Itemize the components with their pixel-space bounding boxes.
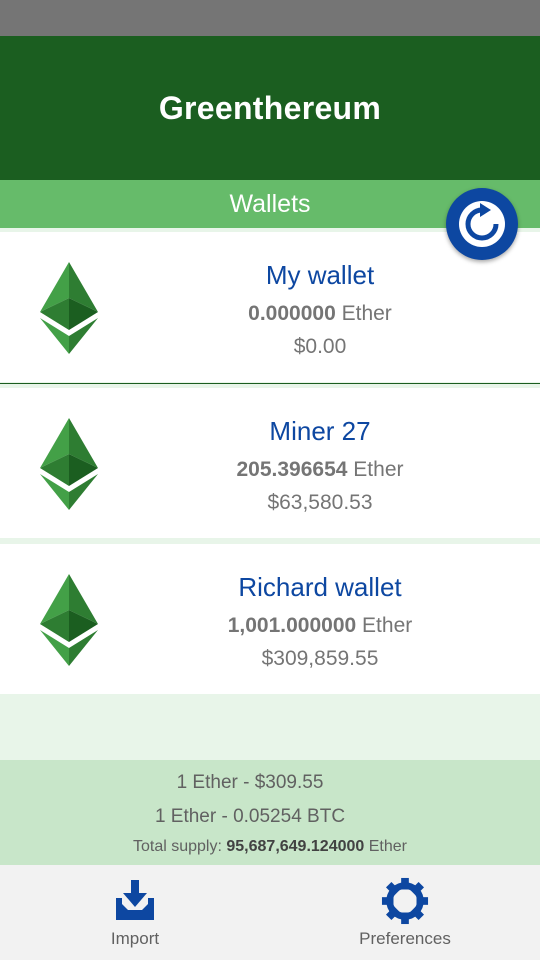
wallet-balance-unit: Ether <box>362 614 413 637</box>
section-title: Wallets <box>229 189 311 218</box>
refresh-button[interactable] <box>446 188 518 260</box>
nav-import[interactable]: Import <box>85 865 185 960</box>
wallet-card[interactable]: Richard wallet 1,001.000000 Ether $309,8… <box>0 544 540 694</box>
wallet-usd-value: $63,580.53 <box>267 491 373 514</box>
rate-usd: 1 Ether - $309.55 <box>176 772 324 793</box>
wallet-name: Richard wallet <box>238 572 402 602</box>
wallet-info: Richard wallet 1,001.000000 Ether $309,8… <box>100 544 540 694</box>
app-title: Greenthereum <box>158 89 382 126</box>
status-bar <box>0 0 540 36</box>
ethereum-logo-icon <box>40 418 98 510</box>
total-supply: Total supply: 95,687,649.124000 Ether <box>0 838 540 856</box>
wallet-balance-amount: 1,001.000000 <box>227 614 357 637</box>
wallet-balance: 0.000000 Ether <box>100 302 540 326</box>
wallet-balance: 1,001.000000 Ether <box>100 614 540 638</box>
wallet-name: My wallet <box>265 260 375 290</box>
wallet-balance-amount: 0.000000 <box>248 302 336 325</box>
app-bar: Greenthereum <box>0 36 540 180</box>
wallet-balance-amount: 205.396654 <box>236 458 348 481</box>
ethereum-logo-icon <box>40 262 98 354</box>
wallet-balance-unit: Ether <box>353 458 404 481</box>
wallet-name: Miner 27 <box>269 416 371 446</box>
wallet-usd-value: $0.00 <box>293 335 347 358</box>
total-supply-unit: Ether <box>368 838 407 855</box>
nav-import-label: Import <box>110 929 160 948</box>
import-icon <box>111 877 159 925</box>
gear-icon <box>381 877 429 925</box>
wallet-info: Miner 27 205.396654 Ether $63,580.53 <box>100 388 540 538</box>
nav-preferences[interactable]: Preferences <box>345 865 465 960</box>
wallet-usd-value: $309,859.55 <box>261 647 379 670</box>
total-supply-label: Total supply: <box>132 838 222 855</box>
wallet-card[interactable]: Miner 27 205.396654 Ether $63,580.53 <box>0 388 540 538</box>
exchange-rates-panel: 1 Ether - $309.55 1 Ether - 0.05254 BTC … <box>0 760 540 865</box>
divider <box>0 383 540 384</box>
ethereum-logo-icon <box>40 574 98 666</box>
total-supply-value: 95,687,649.124000 <box>226 838 365 855</box>
refresh-icon <box>459 201 505 247</box>
nav-preferences-label: Preferences <box>359 929 451 948</box>
wallet-card[interactable]: My wallet 0.000000 Ether $0.00 <box>0 232 540 382</box>
wallet-balance-unit: Ether <box>341 302 392 325</box>
bottom-navigation: Import Preferences <box>0 865 540 960</box>
rate-btc: 1 Ether - 0.05254 BTC <box>154 806 346 827</box>
wallet-balance: 205.396654 Ether <box>100 458 540 482</box>
